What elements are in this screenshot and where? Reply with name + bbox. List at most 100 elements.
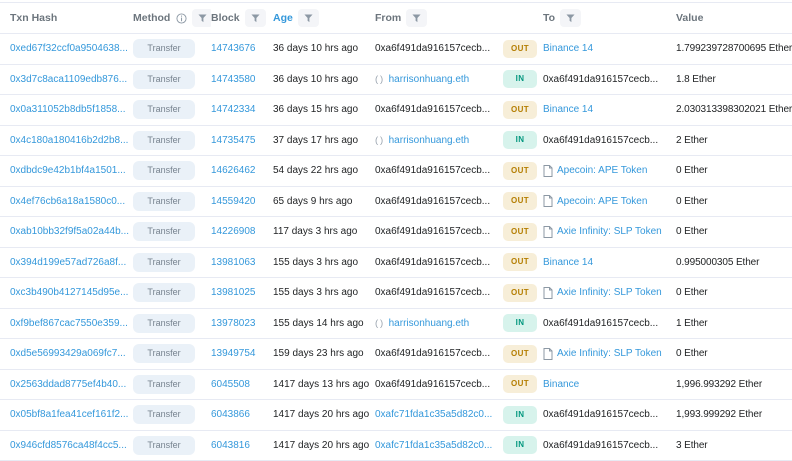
from-address[interactable]: harrisonhuang.eth: [389, 74, 470, 85]
to-address[interactable]: Axie Infinity: SLP Token: [557, 226, 662, 237]
block-link[interactable]: 14559420: [211, 196, 256, 207]
txn-hash-link[interactable]: 0xdbdc9e42b1bf4a1501...: [10, 165, 126, 176]
age-header-label[interactable]: Age: [273, 12, 293, 24]
block-link[interactable]: 13949754: [211, 348, 256, 359]
age-cell: 37 days 17 hrs ago: [273, 135, 375, 146]
from-address: 0xa6f491da916157cecb...: [375, 348, 490, 359]
value-cell: 1 Ether: [676, 318, 792, 329]
to-address[interactable]: Binance 14: [543, 257, 593, 268]
from-address: 0xa6f491da916157cecb...: [375, 104, 490, 115]
block-link[interactable]: 14742334: [211, 104, 256, 115]
block-cell: 14743676: [211, 43, 273, 54]
txn-hash-cell: 0xd5e56993429a069fc7...: [10, 348, 133, 359]
method-badge: Transfer: [133, 436, 195, 455]
to-address[interactable]: Axie Infinity: SLP Token: [557, 348, 662, 359]
column-header-method: Method: [133, 9, 211, 27]
block-link[interactable]: 6045508: [211, 379, 250, 390]
to-address[interactable]: Binance 14: [543, 104, 593, 115]
method-badge: Transfer: [133, 314, 195, 333]
direction-badge: OUT: [503, 223, 537, 241]
direction-cell: OUT: [503, 223, 543, 241]
block-cell: 14743580: [211, 74, 273, 85]
age-cell: 1417 days 20 hrs ago: [273, 409, 375, 420]
txn-hash-link[interactable]: 0x946cfd8576ca48f4cc5...: [10, 440, 127, 451]
value-text: 1,993.999292 Ether: [676, 409, 762, 420]
column-header-value: Value: [676, 12, 792, 24]
txn-hash-link[interactable]: 0xed67f32ccf0a9504638...: [10, 43, 128, 54]
direction-cell: IN: [503, 406, 543, 424]
age-cell: 1417 days 13 hrs ago: [273, 379, 375, 390]
value-cell: 0 Ether: [676, 226, 792, 237]
direction-badge: OUT: [503, 192, 537, 210]
direction-badge: OUT: [503, 253, 537, 271]
txn-hash-link[interactable]: 0x4c180a180416b2d2b8...: [10, 135, 128, 146]
from-filter-button[interactable]: [406, 9, 427, 27]
age-filter-button[interactable]: [298, 9, 319, 27]
txn-hash-link[interactable]: 0x2563ddad8775ef4b40...: [10, 379, 126, 390]
from-cell: 0xa6f491da916157cecb...: [375, 348, 503, 359]
column-header-age[interactable]: Age: [273, 9, 375, 27]
age-text: 1417 days 20 hrs ago: [273, 440, 369, 451]
to-address[interactable]: Binance: [543, 379, 579, 390]
age-text: 1417 days 13 hrs ago: [273, 379, 369, 390]
filter-funnel-icon: [198, 14, 207, 23]
to-filter-button[interactable]: [560, 9, 581, 27]
table-row: 0x4ef76cb6a18a1580c0... Transfer 1455942…: [0, 187, 792, 218]
direction-badge: OUT: [503, 40, 537, 58]
age-text: 155 days 3 hrs ago: [273, 287, 358, 298]
txn-hash-link[interactable]: 0xf9bef867cac7550e359...: [10, 318, 128, 329]
to-address[interactable]: Apecoin: APE Token: [557, 196, 647, 207]
txn-hash-link[interactable]: 0x0a311052b8db5f1858...: [10, 104, 125, 115]
to-cell: 0xa6f491da916157cecb...: [543, 318, 676, 329]
txn-hash-link[interactable]: 0x05bf8a1fea41cef161f2...: [10, 409, 128, 420]
block-link[interactable]: 13978023: [211, 318, 256, 329]
method-cell: Transfer: [133, 222, 211, 241]
value-cell: 1,996.993292 Ether: [676, 379, 792, 390]
method-filter-button[interactable]: [192, 9, 211, 27]
method-cell: Transfer: [133, 192, 211, 211]
to-address: 0xa6f491da916157cecb...: [543, 409, 658, 420]
txn-hash-link[interactable]: 0xc3b490b4127145d95e...: [10, 287, 128, 298]
method-cell: Transfer: [133, 405, 211, 424]
block-link[interactable]: 6043866: [211, 409, 250, 420]
from-cell: 0xa6f491da916157cecb...: [375, 226, 503, 237]
value-text: 2 Ether: [676, 135, 708, 146]
table-row: 0xdbdc9e42b1bf4a1501... Transfer 1462646…: [0, 156, 792, 187]
block-link[interactable]: 13981025: [211, 287, 256, 298]
column-header-txn-hash: Txn Hash: [10, 12, 133, 24]
from-address[interactable]: 0xafc71fda1c35a5d82c0...: [375, 409, 492, 420]
block-link[interactable]: 6043816: [211, 440, 250, 451]
method-badge: Transfer: [133, 375, 195, 394]
info-icon[interactable]: [176, 13, 187, 24]
block-link[interactable]: 13981063: [211, 257, 256, 268]
to-address[interactable]: Binance 14: [543, 43, 593, 54]
from-address[interactable]: harrisonhuang.eth: [389, 318, 470, 329]
txn-hash-link[interactable]: 0x3d7c8aca1109edb876...: [10, 74, 127, 85]
block-link[interactable]: 14626462: [211, 165, 256, 176]
method-cell: Transfer: [133, 436, 211, 455]
table-row: 0x394d199e57ad726a8f... Transfer 1398106…: [0, 248, 792, 279]
document-icon: [543, 348, 553, 360]
method-badge: Transfer: [133, 222, 195, 241]
from-address[interactable]: 0xafc71fda1c35a5d82c0...: [375, 440, 492, 451]
from-address[interactable]: harrisonhuang.eth: [389, 135, 470, 146]
value-cell: 2.030313398302021 Ether: [676, 104, 792, 115]
block-link[interactable]: 14743580: [211, 74, 256, 85]
block-link[interactable]: 14735475: [211, 135, 256, 146]
to-address[interactable]: Apecoin: APE Token: [557, 165, 647, 176]
method-cell: Transfer: [133, 283, 211, 302]
txn-hash-link[interactable]: 0x4ef76cb6a18a1580c0...: [10, 196, 125, 207]
txn-hash-link[interactable]: 0x394d199e57ad726a8f...: [10, 257, 126, 268]
block-cell: 6043866: [211, 409, 273, 420]
table-row: 0x2563ddad8775ef4b40... Transfer 6045508…: [0, 370, 792, 401]
block-filter-button[interactable]: [245, 9, 266, 27]
table-row: 0x0a311052b8db5f1858... Transfer 1474233…: [0, 95, 792, 126]
txn-hash-link[interactable]: 0xd5e56993429a069fc7...: [10, 348, 126, 359]
method-badge: Transfer: [133, 100, 195, 119]
txn-hash-link[interactable]: 0xab10bb32f9f5a02a44b...: [10, 226, 129, 237]
block-link[interactable]: 14743676: [211, 43, 256, 54]
block-link[interactable]: 14226908: [211, 226, 256, 237]
table-row: 0xd5e56993429a069fc7... Transfer 1394975…: [0, 339, 792, 370]
txn-hash-cell: 0xab10bb32f9f5a02a44b...: [10, 226, 133, 237]
to-address[interactable]: Axie Infinity: SLP Token: [557, 287, 662, 298]
